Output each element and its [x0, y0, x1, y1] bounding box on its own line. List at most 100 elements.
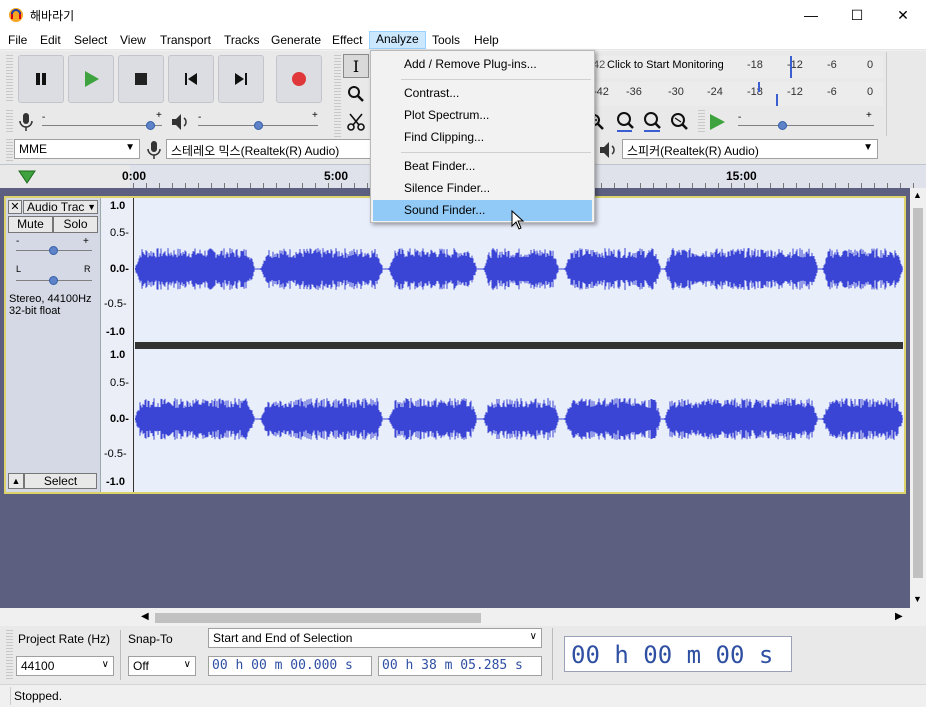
close-icon: ✕	[897, 6, 909, 23]
scroll-down-icon[interactable]: ▼	[913, 594, 922, 604]
menu-file[interactable]: File	[8, 32, 27, 50]
scroll-left-icon[interactable]: ◀	[141, 611, 149, 622]
horizontal-scrollbar[interactable]: ◀ ▶	[137, 610, 910, 626]
scale-label: -1.0	[106, 326, 125, 338]
play-speed-slider[interactable]	[738, 125, 874, 126]
pan-left-label: L	[16, 264, 22, 274]
menu-transport[interactable]: Transport	[160, 32, 211, 50]
menu-separator	[401, 79, 591, 80]
meter-divider	[886, 52, 887, 136]
selection-grip[interactable]	[6, 630, 13, 680]
pan-thumb[interactable]	[49, 276, 58, 285]
track-name-menu[interactable]: Audio Trac ▼	[23, 200, 98, 214]
menu-view[interactable]: View	[120, 32, 146, 50]
play-button[interactable]	[68, 55, 114, 103]
chevron-down-icon: ▼	[87, 202, 96, 212]
track-name: Audio Trac	[27, 200, 85, 214]
menu-item-silence-finder[interactable]: Silence Finder...	[373, 178, 592, 199]
toolbar-grip[interactable]	[6, 55, 13, 103]
play-at-speed-grip[interactable]	[698, 110, 705, 134]
zoom-toggle-icon[interactable]	[668, 111, 690, 133]
scale-label: 1.0	[110, 200, 126, 212]
fit-project-icon[interactable]	[641, 111, 663, 133]
mixer-grip[interactable]	[6, 110, 13, 134]
speaker-volume-thumb[interactable]	[254, 121, 263, 130]
menu-item-beat-finder[interactable]: Beat Finder...	[373, 156, 592, 177]
gain-thumb[interactable]	[49, 246, 58, 255]
menu-effect[interactable]: Effect	[332, 32, 362, 50]
selection-mode-select[interactable]: Start and End of Selection ∨	[208, 628, 542, 648]
host-select[interactable]: MME ▼	[14, 139, 140, 159]
input-device-value: 스테레오 믹스(Realtek(R) Audio)	[171, 144, 340, 158]
solo-label: Solo	[63, 217, 88, 231]
menu-analyze[interactable]: Analyze	[369, 31, 426, 49]
close-button[interactable]: ✕	[880, 0, 926, 30]
selection-tool-button[interactable]: I	[343, 54, 369, 78]
play-speed-thumb[interactable]	[778, 121, 787, 130]
record-meter[interactable]: 42 Click to Start Monitoring -18 -12 -6 …	[593, 56, 883, 78]
menu-select[interactable]: Select	[74, 32, 107, 50]
menu-item-add-remove-plugins[interactable]: Add / Remove Plug-ins...	[373, 54, 592, 75]
menu-generate[interactable]: Generate	[271, 32, 321, 50]
menu-tracks[interactable]: Tracks	[224, 32, 260, 50]
waveform-display[interactable]	[135, 198, 903, 492]
fit-selection-icon[interactable]	[614, 111, 636, 133]
mute-button[interactable]: Mute	[8, 216, 53, 233]
device-grip[interactable]	[6, 139, 13, 161]
gain-minus-label: -	[16, 236, 20, 247]
speaker-slider-minus: -	[198, 112, 202, 123]
ibeam-icon: I	[352, 56, 360, 76]
playback-meter[interactable]: -42 -36 -30 -24 -18 -12 -6 0	[593, 82, 883, 106]
mic-volume-thumb[interactable]	[146, 121, 155, 130]
vertical-scroll-thumb[interactable]	[913, 208, 923, 578]
horizontal-scroll-thumb[interactable]	[155, 613, 481, 623]
time-toolbar: 00 h 00 m 00 s	[558, 630, 798, 680]
project-rate-select[interactable]: 44100 ∨	[16, 656, 114, 676]
maximize-button[interactable]: ☐	[834, 0, 880, 30]
pause-button[interactable]	[18, 55, 64, 103]
timeline-options-icon[interactable]	[18, 169, 36, 185]
menu-item-sound-finder[interactable]: Sound Finder...	[373, 200, 592, 221]
skip-end-button[interactable]	[218, 55, 264, 103]
skip-start-button[interactable]	[168, 55, 214, 103]
menu-item-contrast[interactable]: Contrast...	[373, 83, 592, 104]
menu-edit[interactable]: Edit	[40, 32, 61, 50]
track-close-button[interactable]: ✕	[8, 200, 22, 214]
select-track-button[interactable]: Select	[24, 473, 97, 489]
selection-end-time[interactable]: 00 h 38 m 05.285 s	[378, 656, 542, 676]
status-text: Stopped.	[14, 689, 63, 703]
menu-item-plot-spectrum[interactable]: Plot Spectrum...	[373, 105, 592, 126]
scroll-right-icon[interactable]: ▶	[895, 611, 903, 622]
selection-start-time[interactable]: 00 h 00 m 00.000 s	[208, 656, 372, 676]
snap-to-select[interactable]: Off ∨	[128, 656, 196, 676]
gain-plus-label: +	[83, 236, 89, 247]
mouse-cursor-icon	[511, 210, 525, 230]
minimize-button[interactable]: —	[788, 0, 834, 30]
scale-label: -1.0	[106, 476, 125, 488]
vertical-scrollbar[interactable]: ▲ ▼	[910, 188, 926, 608]
solo-button[interactable]: Solo	[53, 216, 98, 233]
play-scale-tick: -42	[593, 86, 609, 98]
record-button[interactable]	[276, 55, 322, 103]
audio-position-display[interactable]: 00 h 00 m 00 s	[564, 636, 792, 672]
menu-item-find-clipping[interactable]: Find Clipping...	[373, 127, 592, 148]
play-at-speed-icon[interactable]	[707, 112, 727, 132]
menu-tools[interactable]: Tools	[432, 32, 460, 50]
collapse-track-button[interactable]: ▲	[8, 473, 24, 489]
chevron-down-icon: ∨	[529, 631, 537, 642]
record-meter-marker	[790, 56, 792, 78]
output-device-select[interactable]: 스피커(Realtek(R) Audio) ▼	[622, 139, 878, 159]
host-value: MME	[19, 142, 47, 156]
menu-help[interactable]: Help	[474, 32, 499, 50]
record-icon	[292, 72, 306, 86]
ruler-tick-label: 5:00	[324, 169, 349, 183]
input-device-select[interactable]: 스테레오 믹스(Realtek(R) Audio)	[166, 139, 370, 159]
ruler-tick-label: 15:00	[726, 169, 757, 183]
selection-toolbar: Project Rate (Hz) Snap-To 44100 ∨ Off ∨ St…	[0, 626, 926, 684]
zoom-tool-button[interactable]	[343, 82, 369, 106]
mic-volume-slider[interactable]	[42, 125, 162, 126]
stop-button[interactable]	[118, 55, 164, 103]
cut-button[interactable]	[343, 110, 369, 134]
scroll-up-icon[interactable]: ▲	[913, 190, 922, 200]
mute-label: Mute	[17, 217, 44, 231]
